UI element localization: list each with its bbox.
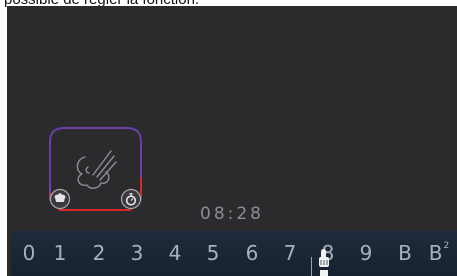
scale-level-b2-superscript: 2 [443,241,450,251]
function-tile-graphic [49,127,142,211]
appliance-display: 08:28 0 1 2 3 4 5 6 7 8 9 B B2 [7,6,457,276]
level-scale-bar[interactable]: 0 1 2 3 4 5 6 7 8 9 B B2 [11,231,457,276]
scale-level-5[interactable]: 5 [201,241,225,265]
chef-hat-icon [49,188,71,210]
scale-level-1[interactable]: 1 [48,241,72,265]
scale-level-7[interactable]: 7 [278,241,302,265]
touch-pointer-icon [319,249,329,276]
scale-level-6[interactable]: 6 [240,241,264,265]
scale-level-b2-label: B [428,241,443,265]
timer-icon [120,188,142,210]
timer-display: 08:28 [200,204,264,224]
scale-level-2[interactable]: 2 [87,241,111,265]
level-scale-numbers: 0 1 2 3 4 5 6 7 8 9 B B2 [11,231,457,276]
function-tile[interactable] [47,125,147,217]
scale-level-3[interactable]: 3 [125,241,149,265]
scale-level-4[interactable]: 4 [163,241,187,265]
scale-level-0[interactable]: 0 [17,241,41,265]
steam-icon [76,150,117,189]
scale-divider [311,257,312,276]
scale-level-b2[interactable]: B2 [425,241,453,265]
scale-level-9[interactable]: 9 [354,241,378,265]
scale-level-b[interactable]: B [393,241,417,265]
